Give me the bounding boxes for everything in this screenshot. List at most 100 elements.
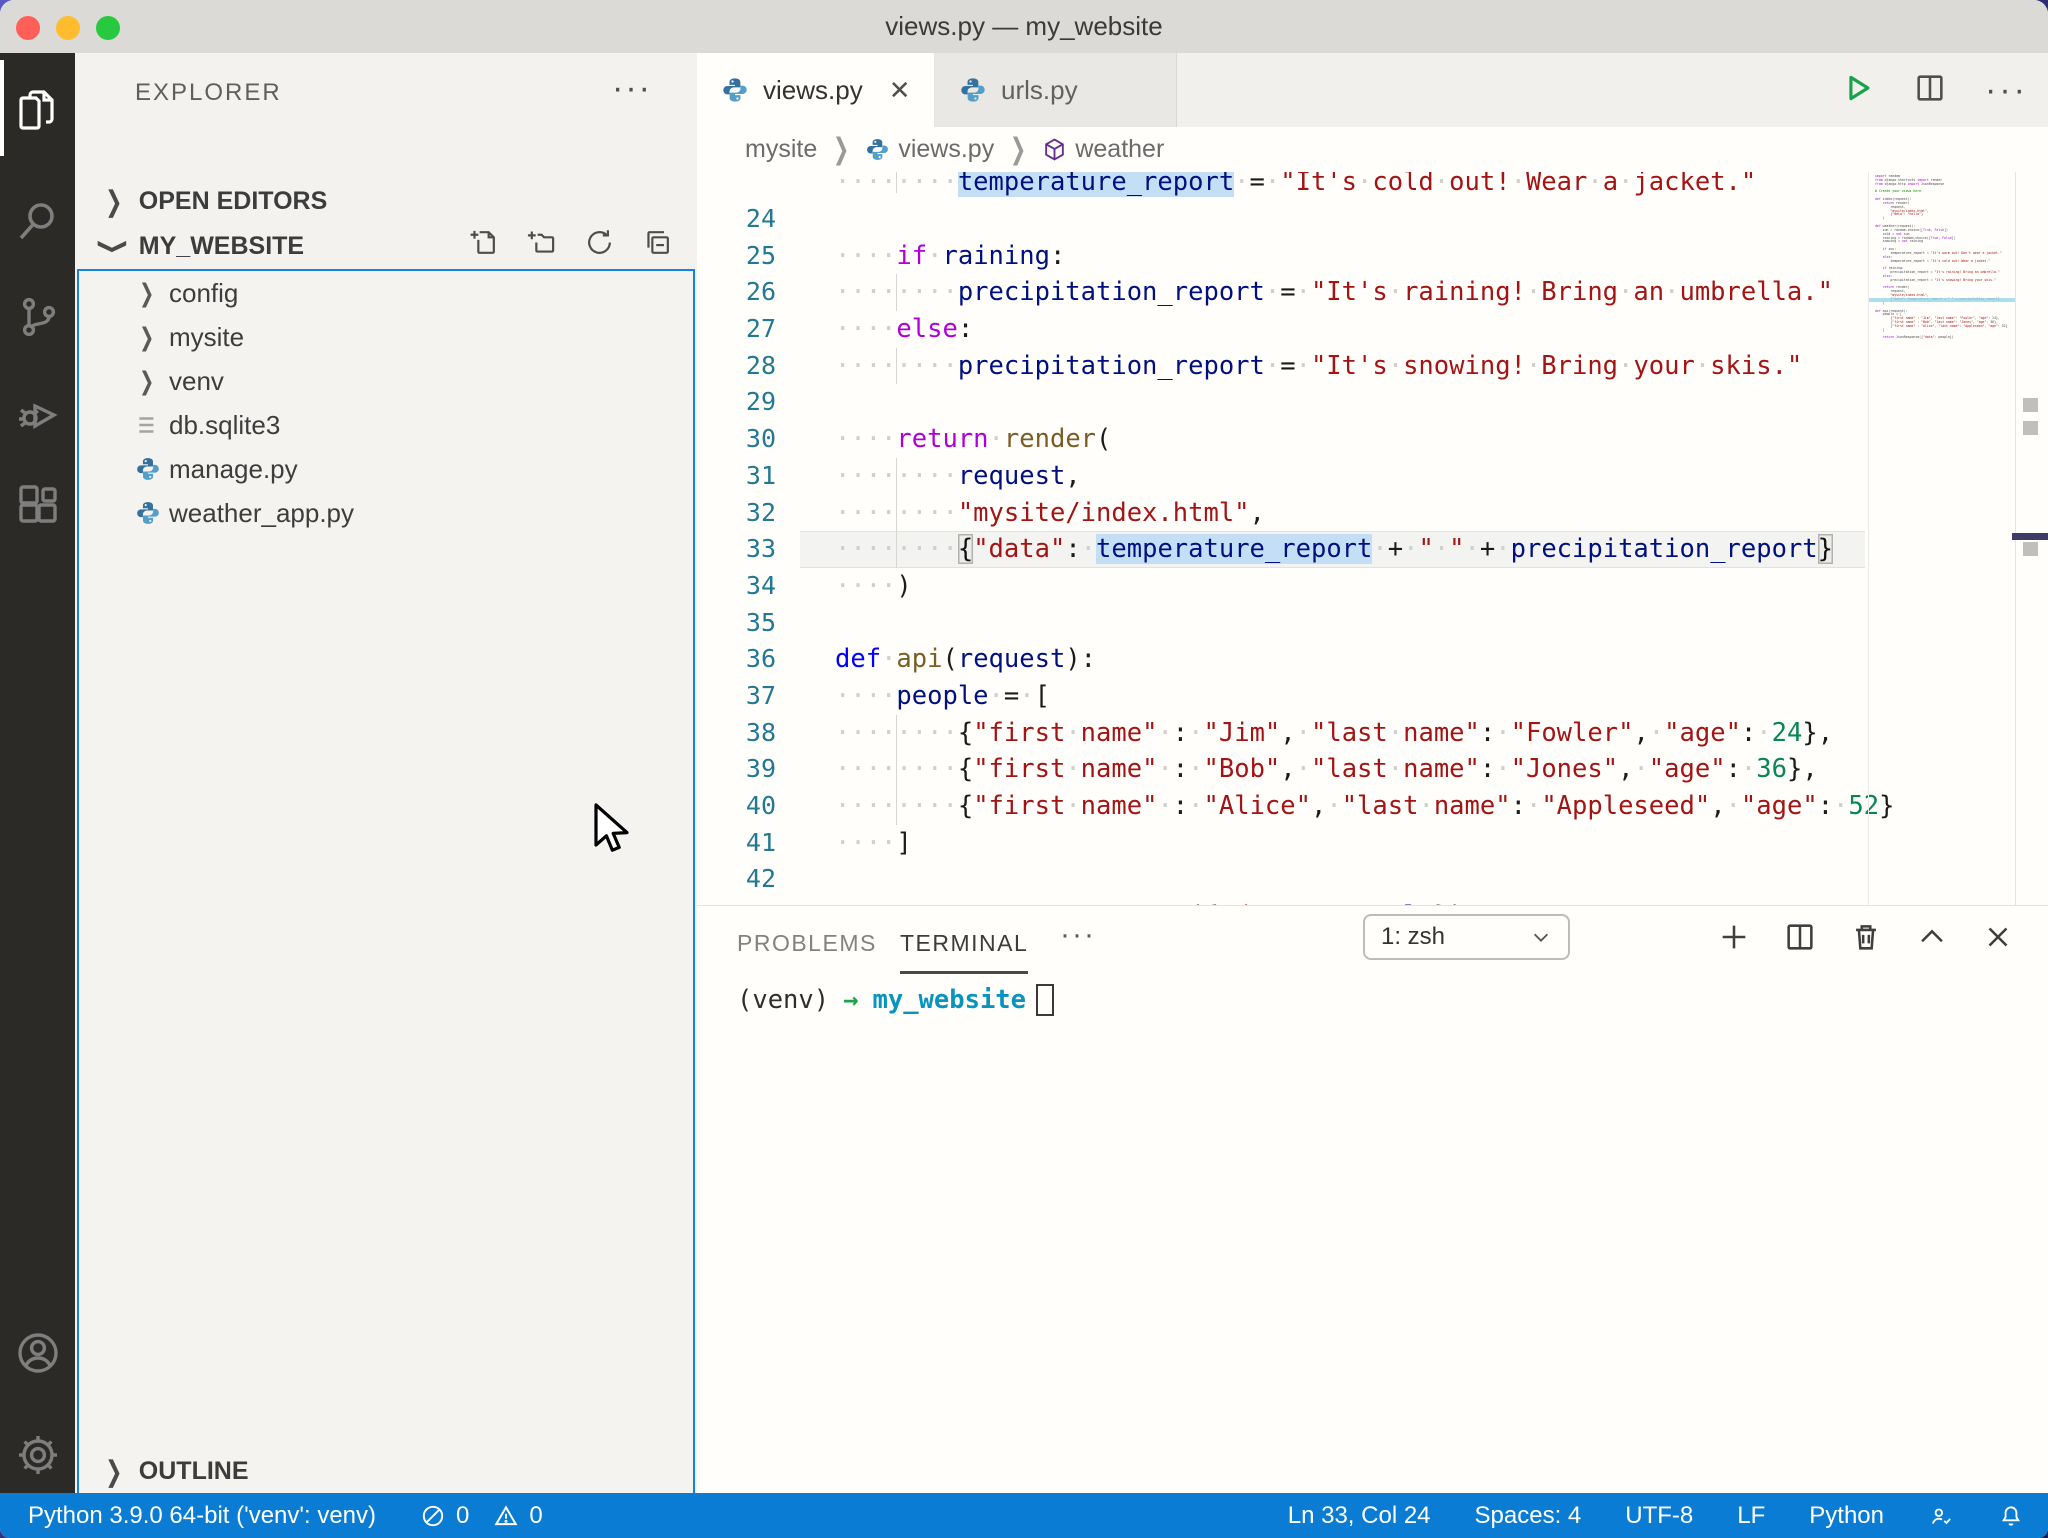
- code-editor[interactable]: ········temperature_report·=·"It's·cold·…: [697, 172, 2048, 905]
- python-interpreter-status[interactable]: Python 3.9.0 64-bit ('venv': venv): [28, 1502, 376, 1530]
- ruler-mark: [2023, 542, 2038, 556]
- code-line[interactable]: 33········{"data":·temperature_report·+·…: [697, 531, 1865, 568]
- new-folder-icon[interactable]: [526, 227, 557, 263]
- code-line[interactable]: 25····if·raining:: [697, 238, 1865, 275]
- database-file-icon: [135, 412, 169, 438]
- eol-status[interactable]: LF: [1737, 1502, 1765, 1530]
- split-editor-icon[interactable]: [1913, 71, 1947, 110]
- outline-label: OUTLINE: [139, 1457, 249, 1486]
- python-file-icon: [135, 500, 169, 526]
- tab-problems[interactable]: PROBLEMS: [737, 930, 877, 957]
- vscode-window: views.py — my_website EXPLORER ···: [0, 0, 2048, 1538]
- terminal-shell-select[interactable]: 1: zsh: [1363, 914, 1570, 960]
- tree-item-config[interactable]: ❯ config: [79, 271, 693, 315]
- tab-label: urls.py: [1001, 75, 1078, 106]
- tab-urls-py[interactable]: urls.py: [935, 53, 1177, 127]
- explorer-icon[interactable]: [0, 60, 75, 160]
- venv-indicator: (venv): [737, 985, 829, 1015]
- language-mode-status[interactable]: Python: [1809, 1502, 1884, 1530]
- search-icon[interactable]: [0, 171, 75, 271]
- open-editors-label: OPEN EDITORS: [139, 187, 327, 216]
- refresh-icon[interactable]: [584, 227, 615, 263]
- account-icon[interactable]: [0, 1303, 75, 1403]
- split-terminal-icon[interactable]: [1783, 920, 1817, 959]
- kill-terminal-icon[interactable]: [1849, 920, 1883, 959]
- terminal-prompt[interactable]: (venv) → my_website: [737, 984, 1054, 1016]
- encoding-status[interactable]: UTF-8: [1625, 1502, 1693, 1530]
- code-line[interactable]: ····return·JsonResponse({"data":·people}…: [697, 898, 1865, 905]
- minimap[interactable]: import random from django.shortcuts impo…: [1868, 172, 2016, 905]
- panel-more-actions-icon[interactable]: ···: [1060, 918, 1096, 952]
- tree-item-weather-app-py[interactable]: weather_app.py: [79, 491, 693, 535]
- run-debug-icon[interactable]: [0, 361, 75, 461]
- ruler-mark: [2023, 421, 2038, 435]
- line-number: 37: [697, 678, 800, 715]
- new-file-icon[interactable]: [468, 227, 499, 263]
- code-line[interactable]: 42: [697, 861, 1865, 898]
- line-number: 25: [697, 238, 800, 275]
- tab-terminal[interactable]: TERMINAL: [900, 930, 1028, 974]
- cursor-position-status[interactable]: Ln 33, Col 24: [1288, 1502, 1431, 1530]
- run-file-icon[interactable]: [1841, 71, 1875, 110]
- open-editors-section[interactable]: ❯ OPEN EDITORS: [75, 179, 697, 223]
- tab-views-py[interactable]: views.py ✕: [697, 53, 935, 127]
- ruler-mark: [2023, 398, 2038, 412]
- extensions-icon[interactable]: [0, 455, 75, 555]
- breadcrumb-item-mysite[interactable]: mysite: [745, 135, 817, 164]
- tree-item-label: weather_app.py: [169, 498, 354, 529]
- code-line[interactable]: 24: [697, 201, 1865, 238]
- editor-more-actions-icon[interactable]: ···: [1985, 71, 2028, 110]
- line-number: 27: [697, 311, 800, 348]
- code-line[interactable]: 35: [697, 605, 1865, 642]
- editor-group: views.py ✕ urls.py ··· mysite ❯ views.py…: [697, 53, 2048, 1493]
- notifications-bell-icon[interactable]: [1998, 1503, 2024, 1529]
- sidebar-more-actions-icon[interactable]: ···: [612, 69, 652, 108]
- new-terminal-icon[interactable]: [1717, 920, 1751, 959]
- breadcrumb-item-views-py[interactable]: views.py: [898, 135, 994, 164]
- line-number: 40: [697, 788, 800, 825]
- tree-item-label: venv: [169, 366, 224, 397]
- outline-section[interactable]: ❯ OUTLINE: [75, 1449, 697, 1493]
- problems-status[interactable]: 0 0: [420, 1502, 543, 1530]
- settings-gear-icon[interactable]: [0, 1405, 75, 1505]
- minimap-highlight: [1869, 298, 2016, 303]
- code-line[interactable]: 34····): [697, 568, 1865, 605]
- code-line[interactable]: 30····return·render(: [697, 421, 1865, 458]
- symbol-method-icon: [1042, 137, 1067, 162]
- code-line[interactable]: 29: [697, 384, 1865, 421]
- code-line[interactable]: 41····]: [697, 825, 1865, 862]
- line-number: 28: [697, 348, 800, 385]
- code-line[interactable]: 28········precipitation_report·=·"It's·s…: [697, 348, 1865, 385]
- shell-select-value: 1: zsh: [1381, 923, 1530, 951]
- close-tab-icon[interactable]: ✕: [889, 75, 911, 106]
- source-control-icon[interactable]: [0, 267, 75, 367]
- tree-item-venv[interactable]: ❯ venv: [79, 359, 693, 403]
- code-line[interactable]: 37····people·=·[: [697, 678, 1865, 715]
- tab-label: views.py: [763, 75, 863, 106]
- chevron-right-icon: ❯: [139, 366, 165, 396]
- feedback-icon[interactable]: [1928, 1503, 1954, 1529]
- code-line[interactable]: 31········request,: [697, 458, 1865, 495]
- code-line[interactable]: 39········{"first·name"·:·"Bob",·"last·n…: [697, 751, 1865, 788]
- code-line[interactable]: 40········{"first·name"·:·"Alice",·"last…: [697, 788, 1865, 825]
- code-line[interactable]: 26········precipitation_report·=·"It's·r…: [697, 274, 1865, 311]
- indentation-status[interactable]: Spaces: 4: [1475, 1502, 1582, 1530]
- code-line[interactable]: ········temperature_report·=·"It's·cold·…: [697, 172, 1865, 201]
- minimap-code: import random from django.shortcuts impo…: [1875, 175, 2016, 340]
- code-line[interactable]: 36def·api(request):: [697, 641, 1865, 678]
- tree-item-db-sqlite3[interactable]: db.sqlite3: [79, 403, 693, 447]
- maximize-panel-icon[interactable]: [1915, 920, 1949, 959]
- tree-item-mysite[interactable]: ❯ mysite: [79, 315, 693, 359]
- status-bar: Python 3.9.0 64-bit ('venv': venv) 0 0 L…: [0, 1493, 2048, 1538]
- code-line[interactable]: 27····else:: [697, 311, 1865, 348]
- code-line[interactable]: 38········{"first·name"·:·"Jim",·"last·n…: [697, 715, 1865, 752]
- overview-ruler[interactable]: [2015, 172, 2048, 905]
- collapse-all-icon[interactable]: [642, 227, 673, 263]
- close-panel-icon[interactable]: [1981, 920, 2015, 959]
- python-file-icon: [959, 76, 987, 104]
- code-line[interactable]: 32········"mysite/index.html",: [697, 495, 1865, 532]
- tree-item-manage-py[interactable]: manage.py: [79, 447, 693, 491]
- line-number: 41: [697, 825, 800, 862]
- breadcrumb-item-weather[interactable]: weather: [1075, 135, 1164, 164]
- ruler-cursor-mark: [2012, 533, 2048, 540]
